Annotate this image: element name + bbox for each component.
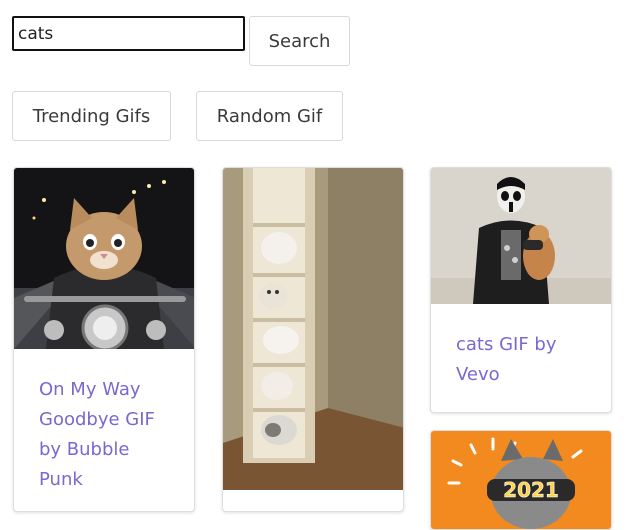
svg-text:2021: 2021 <box>503 478 559 502</box>
gif-card[interactable]: cats GIF by Vevo <box>430 167 612 413</box>
gif-title-link[interactable]: On My Way Goodbye GIF by Bubble Punk <box>39 375 176 495</box>
search-input[interactable] <box>12 16 245 51</box>
trending-gifs-button[interactable]: Trending Gifs <box>12 91 171 141</box>
search-button[interactable]: Search <box>249 16 350 66</box>
gif-card[interactable]: On My Way Goodbye GIF by Bubble Punk <box>13 167 195 512</box>
gif-image[interactable] <box>223 168 403 490</box>
random-gif-button[interactable]: Random Gif <box>196 91 343 141</box>
gif-title-link[interactable]: cats GIF by Vevo <box>456 330 593 390</box>
gif-card[interactable]: 2021 <box>430 430 612 530</box>
gif-image[interactable]: 2021 <box>431 431 611 529</box>
gif-card[interactable] <box>222 167 404 512</box>
gif-image[interactable] <box>14 168 194 349</box>
gif-image[interactable] <box>431 168 611 304</box>
